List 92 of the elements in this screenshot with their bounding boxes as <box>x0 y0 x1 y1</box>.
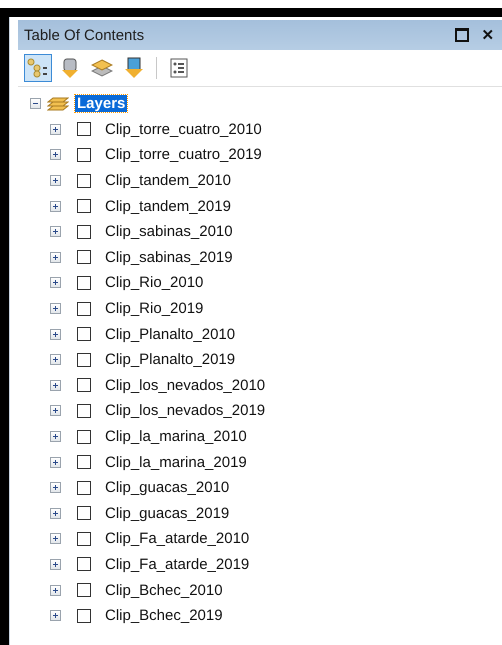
layer-name[interactable]: Clip_sabinas_2010 <box>105 223 233 240</box>
layer-name[interactable]: Clip_guacas_2010 <box>105 479 230 496</box>
plus-icon <box>51 202 60 211</box>
map-layer-icon <box>124 57 144 79</box>
plus-icon <box>51 586 60 595</box>
plus-icon <box>51 534 60 544</box>
close-button[interactable]: ✕ <box>480 27 496 43</box>
expander-button[interactable] <box>50 303 61 314</box>
layer-checkbox[interactable] <box>77 506 91 520</box>
layers-icon <box>91 58 113 78</box>
toolbar-button[interactable] <box>24 54 52 82</box>
plus-icon <box>51 611 60 620</box>
layer-checkbox[interactable] <box>77 430 91 444</box>
restore-button[interactable] <box>454 27 470 43</box>
layer-checkbox[interactable] <box>77 174 91 188</box>
plus-icon <box>51 458 60 467</box>
plus-icon <box>51 355 60 364</box>
plus-icon <box>51 330 60 339</box>
layer-checkbox[interactable] <box>77 148 91 162</box>
layer-checkbox[interactable] <box>77 199 91 214</box>
layer-name[interactable]: Clip_Fa_atarde_2010 <box>105 530 250 548</box>
layer-checkbox[interactable] <box>77 455 91 470</box>
layer-checkbox[interactable] <box>77 224 91 239</box>
plus-icon <box>51 560 60 569</box>
plus-icon <box>51 176 60 186</box>
layer-checkbox[interactable] <box>77 327 91 342</box>
layer-name[interactable]: Clip_Rio_2019 <box>105 300 204 318</box>
plus-icon <box>51 380 60 390</box>
layer-checkbox[interactable] <box>77 378 91 392</box>
layer-name[interactable]: Clip_Planalto_2010 <box>105 326 236 343</box>
expander-button[interactable] <box>50 584 61 596</box>
layer-checkbox[interactable] <box>77 532 91 546</box>
layer-name[interactable]: Clip_la_marina_2019 <box>105 454 247 471</box>
layer-name[interactable]: Clip_la_marina_2010 <box>105 428 247 446</box>
list-options-icon <box>170 58 188 78</box>
layer-checkbox[interactable] <box>77 404 91 418</box>
expander-button[interactable] <box>50 482 61 494</box>
plus-icon <box>51 278 60 288</box>
database-icon <box>61 57 79 79</box>
layer-name[interactable]: Clip_Fa_atarde_2019 <box>105 556 250 573</box>
expander-button[interactable] <box>50 533 61 544</box>
layer-tree-icon <box>27 58 49 78</box>
plus-icon <box>51 432 60 442</box>
layer-name[interactable]: Clip_los_nevados_2019 <box>105 402 266 420</box>
expander-button[interactable] <box>50 354 61 366</box>
plus-icon <box>51 508 60 518</box>
expander-button[interactable] <box>30 98 41 110</box>
expander-button[interactable] <box>50 508 61 519</box>
expander-button[interactable] <box>50 175 61 186</box>
plus-icon <box>51 124 60 134</box>
expander-button[interactable] <box>50 149 61 160</box>
layer-name[interactable]: Clip_los_nevados_2010 <box>105 376 266 394</box>
expander-button[interactable] <box>50 558 61 570</box>
layer-checkbox[interactable] <box>77 480 91 495</box>
layer-checkbox[interactable] <box>77 557 91 572</box>
expander-button[interactable] <box>50 456 61 468</box>
layer-name[interactable]: Clip_Bchec_2010 <box>105 582 223 599</box>
layer-checkbox[interactable] <box>77 276 91 290</box>
tree-root-item[interactable]: Layers <box>75 95 128 112</box>
expander-button[interactable] <box>50 328 61 340</box>
layer-checkbox[interactable] <box>77 302 91 316</box>
expander-button[interactable] <box>50 610 61 622</box>
layer-name[interactable]: Clip_tandem_2019 <box>105 198 231 215</box>
layer-name[interactable]: Clip_sabinas_2019 <box>105 248 233 266</box>
layer-name[interactable]: Clip_Rio_2010 <box>105 274 204 292</box>
expander-button[interactable] <box>50 226 61 238</box>
layer-name[interactable]: Clip_tandem_2010 <box>105 172 231 190</box>
layer-checkbox[interactable] <box>77 122 91 136</box>
plus-icon <box>51 406 60 416</box>
layer-checkbox[interactable] <box>77 583 91 598</box>
layer-name[interactable]: Clip_Planalto_2019 <box>105 351 236 368</box>
layer-checkbox[interactable] <box>77 250 91 264</box>
layer-checkbox[interactable] <box>77 352 91 367</box>
plus-icon <box>51 227 60 236</box>
layers-icon <box>47 94 69 113</box>
expander-button[interactable] <box>50 124 61 135</box>
plus-icon <box>51 252 60 262</box>
expander-button[interactable] <box>50 252 61 263</box>
panel-title: Table Of Contents <box>24 26 146 44</box>
expander-button[interactable] <box>50 405 61 416</box>
plus-icon <box>51 483 60 492</box>
plus-icon <box>51 150 60 160</box>
layer-name[interactable]: Clip_guacas_2019 <box>105 504 230 522</box>
layer-checkbox[interactable] <box>77 608 91 623</box>
layer-name[interactable]: Clip_Bchec_2019 <box>105 607 223 624</box>
plus-icon <box>51 304 60 314</box>
expander-button[interactable] <box>50 380 61 391</box>
expander-button[interactable] <box>50 431 61 442</box>
layer-name[interactable]: Clip_torre_cuatro_2019 <box>105 146 262 164</box>
expander-button[interactable] <box>50 277 61 288</box>
layer-name[interactable]: Clip_torre_cuatro_2010 <box>105 120 262 138</box>
expander-button[interactable] <box>50 200 61 212</box>
